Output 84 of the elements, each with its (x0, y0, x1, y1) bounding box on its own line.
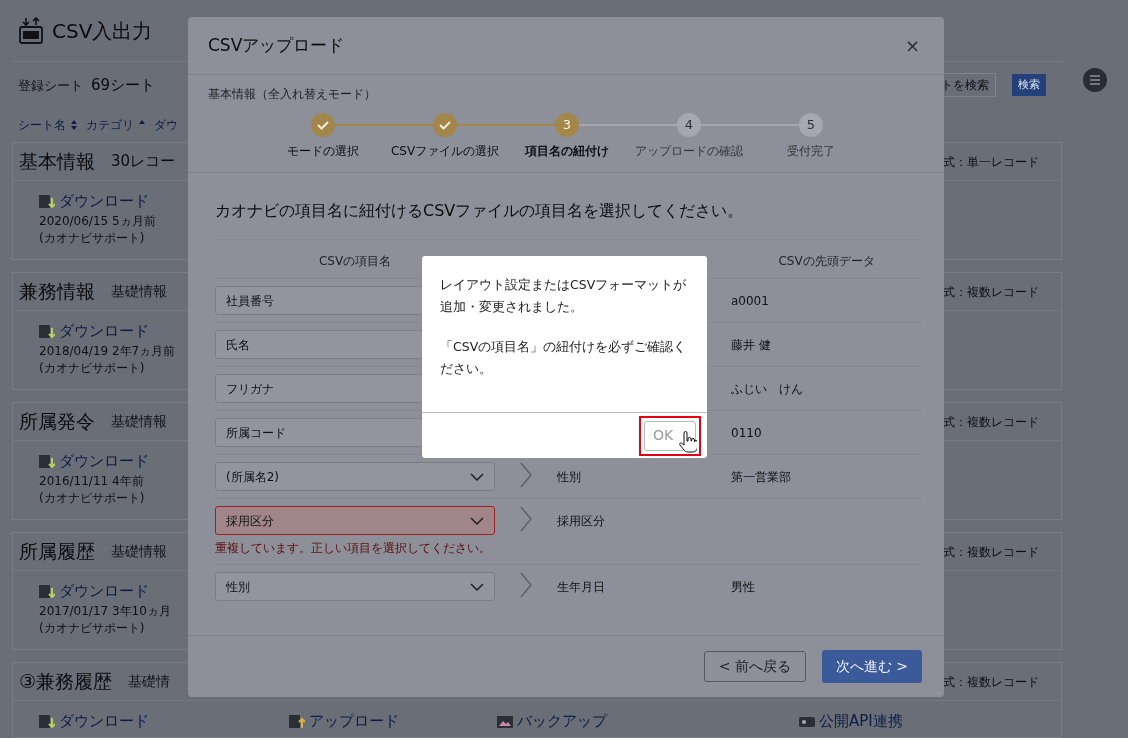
chevron-down-icon (470, 472, 484, 481)
item-name: 生年月日 (557, 579, 606, 596)
chevron-right-icon (520, 462, 532, 488)
format-label: 式：複数レコード (943, 283, 1039, 301)
step-label: CSVファイルの選択 (389, 143, 501, 160)
step-label: 項目名の紐付け (523, 143, 610, 160)
author-text: (カオナビサポート) (39, 619, 145, 637)
instruction-text: カオナビの項目名に紐付けるCSVファイルの項目名を選択してください。 (215, 200, 745, 222)
item-name: 採用区分 (557, 513, 606, 530)
error-message: 重複しています。正しい項目を選択してください。 (215, 540, 491, 557)
sample-data: 0110 (731, 425, 763, 442)
format-label: 式：複数レコード (943, 413, 1039, 431)
device-icon (799, 714, 815, 728)
sample-data: a0001 (731, 293, 770, 310)
count-label: 登録シート (18, 76, 83, 95)
sample-data: 藤井 健 (731, 337, 772, 354)
sort-column-link[interactable]: シート名 (18, 116, 66, 134)
next-button[interactable]: 次へ進む > (821, 650, 922, 683)
step-label: アップロードの確認 (634, 143, 744, 160)
column-header: CSVの先頭データ (731, 239, 922, 278)
sheet-title: 所属発令 (19, 409, 95, 435)
modal-title: CSVアップロード (208, 33, 345, 57)
image-icon (497, 714, 513, 728)
back-button[interactable]: < 前へ戻る (703, 651, 806, 682)
record-count: 30レコー (111, 151, 176, 173)
action-link[interactable]: ダウンロード (59, 710, 149, 733)
chevron-down-icon (470, 582, 484, 591)
step-number: 3 (555, 113, 579, 137)
download-icon (39, 454, 55, 468)
sort-column-link[interactable]: カテゴリ (86, 116, 134, 134)
select-field[interactable]: (所属名2) (215, 462, 495, 491)
step-number: 4 (677, 113, 701, 137)
sort-column-link[interactable]: ダウ (154, 116, 178, 134)
category-label: 基礎情報 (111, 412, 167, 431)
action-link[interactable]: ダウンロード (59, 320, 149, 343)
step-label: モードの選択 (286, 143, 360, 160)
menu-icon[interactable] (1083, 68, 1107, 92)
author-text: (カオナビサポート) (39, 229, 145, 247)
step-label: 受付完了 (786, 143, 836, 160)
download-icon (39, 584, 55, 598)
date-text: 2016/11/11 4年前 (39, 472, 144, 490)
close-button[interactable]: × (904, 32, 920, 59)
item-name: 性別 (557, 469, 582, 486)
sheet-count: 69シート (91, 74, 156, 96)
select-field[interactable]: 性別 (215, 572, 495, 601)
action-link[interactable]: ダウンロード (59, 450, 149, 473)
download-icon (39, 714, 55, 728)
action-link[interactable]: 公開API連携 (819, 710, 903, 733)
mode-label: 基本情報（全入れ替えモード） (207, 86, 377, 103)
format-label: 式：複数レコード (943, 673, 1039, 691)
download-icon (39, 324, 55, 338)
action-link[interactable]: ダウンロード (59, 190, 149, 213)
sample-data: ふじい けん (731, 381, 804, 398)
chevron-down-icon (470, 516, 484, 525)
category-label: 基礎情報 (111, 282, 167, 301)
sheet-title: ③兼務履歴 (19, 669, 113, 695)
hand-cursor-icon (679, 430, 697, 453)
category-label: 基礎情 (128, 672, 171, 691)
action-link[interactable]: バックアップ (517, 710, 607, 733)
format-label: 式：単一レコード (943, 153, 1039, 171)
action-link[interactable]: アップロード (309, 710, 399, 733)
sort-icon[interactable] (70, 119, 78, 131)
sheet-title: 所属履歴 (19, 539, 95, 565)
sample-data: 第一営業部 (731, 469, 792, 486)
step-number: 5 (799, 113, 823, 137)
page-title: CSV入出力 (52, 17, 153, 45)
sample-data: 男性 (731, 579, 756, 596)
search-button[interactable]: 検索 (1012, 73, 1046, 97)
download-icon (39, 194, 55, 208)
category-label: 基礎情報 (111, 542, 167, 561)
chevron-right-icon (520, 506, 532, 532)
csv-file-icon (18, 16, 44, 45)
upload-icon (289, 714, 305, 728)
action-link[interactable]: ダウンロード (59, 580, 149, 603)
sheet-title: 兼務情報 (19, 279, 95, 305)
date-text: 2020/06/15 5ヵ月前 (39, 212, 156, 230)
sheet-title: 基本情報 (19, 149, 95, 175)
author-text: (カオナビサポート) (39, 489, 145, 507)
select-field[interactable]: 採用区分 (215, 506, 495, 535)
date-text: 2017/01/17 3年10ヵ月 (39, 602, 171, 620)
author-text: (カオナビサポート) (39, 359, 145, 377)
format-label: 式：複数レコード (943, 543, 1039, 561)
date-text: 2018/04/19 2年7ヵ月前 (39, 342, 176, 360)
chevron-right-icon (520, 572, 532, 598)
